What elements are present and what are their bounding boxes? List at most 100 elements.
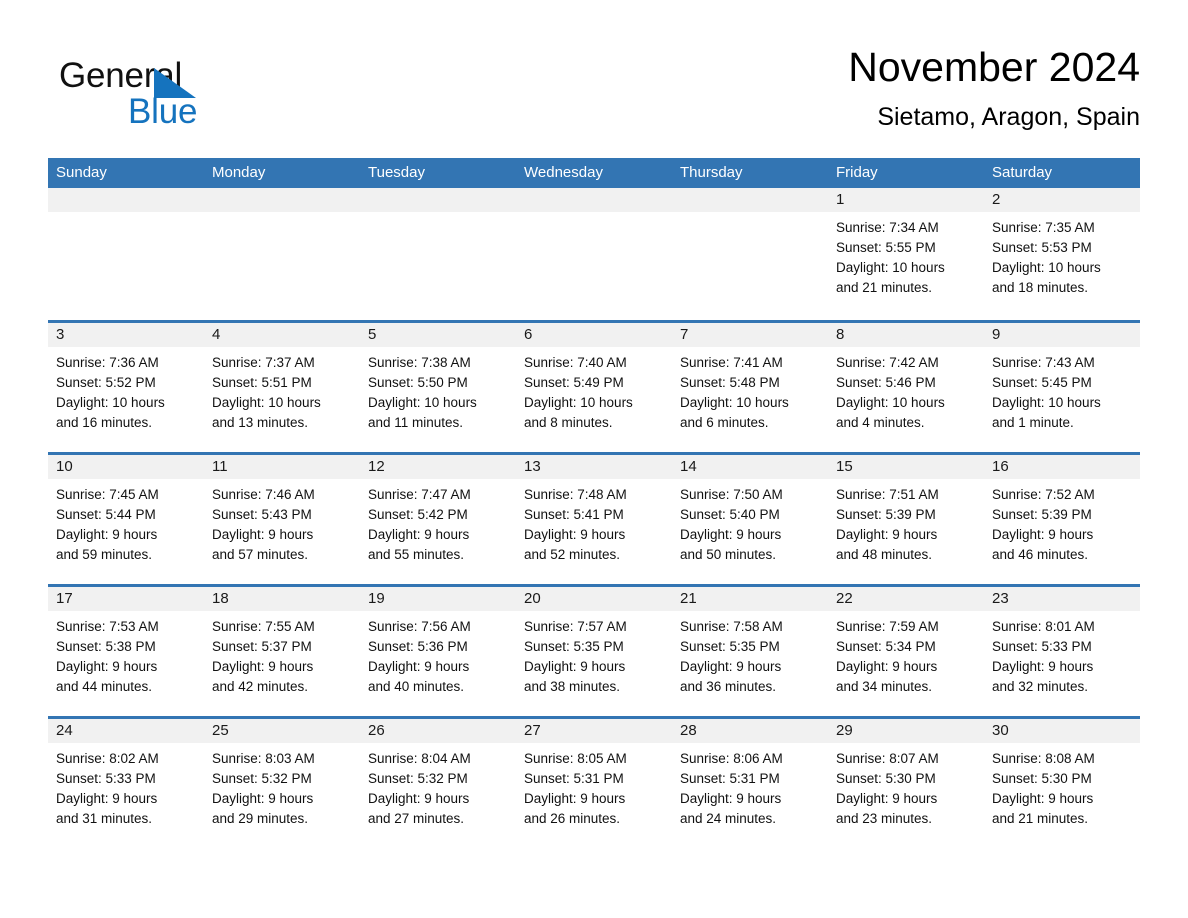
day-cell[interactable] [516,188,672,320]
day-cell[interactable]: 13 Sunrise: 7:48 AM Sunset: 5:41 PM Dayl… [516,455,672,584]
daylight-text-line1: Daylight: 9 hours [212,791,314,806]
sunset-text: Sunset: 5:34 PM [836,639,936,654]
day-number: 7 [680,326,689,343]
weekday-header-thursday: Thursday [680,164,743,181]
day-info: Sunrise: 8:04 AM Sunset: 5:32 PM Dayligh… [360,743,516,829]
daylight-text-line1: Daylight: 9 hours [524,659,626,674]
day-number: 25 [212,722,229,739]
day-info: Sunrise: 7:47 AM Sunset: 5:42 PM Dayligh… [360,479,516,565]
daylight-text-line1: Daylight: 9 hours [680,527,782,542]
day-number: 3 [56,326,65,343]
sunrise-text: Sunrise: 7:34 AM [836,220,939,235]
day-cell[interactable]: 15 Sunrise: 7:51 AM Sunset: 5:39 PM Dayl… [828,455,984,584]
day-cell[interactable]: 21 Sunrise: 7:58 AM Sunset: 5:35 PM Dayl… [672,587,828,716]
sunset-text: Sunset: 5:53 PM [992,240,1092,255]
day-info: Sunrise: 7:50 AM Sunset: 5:40 PM Dayligh… [672,479,828,565]
day-number-bar: 16 [984,455,1140,479]
day-number-bar: 1 [828,188,984,212]
day-cell[interactable]: 7 Sunrise: 7:41 AM Sunset: 5:48 PM Dayli… [672,323,828,452]
day-cell[interactable]: 8 Sunrise: 7:42 AM Sunset: 5:46 PM Dayli… [828,323,984,452]
day-cell[interactable] [48,188,204,320]
day-number-bar: 8 [828,323,984,347]
sunrise-text: Sunrise: 7:35 AM [992,220,1095,235]
location-subtitle: Sietamo, Aragon, Spain [877,103,1140,131]
day-info: Sunrise: 8:05 AM Sunset: 5:31 PM Dayligh… [516,743,672,829]
daylight-text-line2: and 23 minutes. [836,811,933,826]
day-cell[interactable]: 1 Sunrise: 7:34 AM Sunset: 5:55 PM Dayli… [828,188,984,320]
day-cell[interactable] [672,188,828,320]
sunrise-text: Sunrise: 7:36 AM [56,355,159,370]
daylight-text-line2: and 29 minutes. [212,811,309,826]
day-cell[interactable]: 25 Sunrise: 8:03 AM Sunset: 5:32 PM Dayl… [204,719,360,848]
day-cell[interactable]: 23 Sunrise: 8:01 AM Sunset: 5:33 PM Dayl… [984,587,1140,716]
sunrise-text: Sunrise: 8:06 AM [680,751,783,766]
daylight-text-line2: and 32 minutes. [992,679,1089,694]
daylight-text-line1: Daylight: 10 hours [212,395,321,410]
sunrise-text: Sunrise: 7:46 AM [212,487,315,502]
daylight-text-line2: and 18 minutes. [992,280,1089,295]
day-number-bar: 30 [984,719,1140,743]
day-cell[interactable]: 17 Sunrise: 7:53 AM Sunset: 5:38 PM Dayl… [48,587,204,716]
day-cell[interactable]: 16 Sunrise: 7:52 AM Sunset: 5:39 PM Dayl… [984,455,1140,584]
week-row: 3 Sunrise: 7:36 AM Sunset: 5:52 PM Dayli… [48,320,1140,452]
day-cell[interactable]: 10 Sunrise: 7:45 AM Sunset: 5:44 PM Dayl… [48,455,204,584]
daylight-text-line1: Daylight: 9 hours [212,659,314,674]
week-row: 17 Sunrise: 7:53 AM Sunset: 5:38 PM Dayl… [48,584,1140,716]
sunrise-text: Sunrise: 7:51 AM [836,487,939,502]
daylight-text-line1: Daylight: 9 hours [368,527,470,542]
day-cell[interactable]: 11 Sunrise: 7:46 AM Sunset: 5:43 PM Dayl… [204,455,360,584]
sunrise-text: Sunrise: 7:40 AM [524,355,627,370]
daylight-text-line1: Daylight: 10 hours [992,260,1101,275]
day-cell[interactable]: 18 Sunrise: 7:55 AM Sunset: 5:37 PM Dayl… [204,587,360,716]
day-number: 21 [680,590,697,607]
day-number-bar: 5 [360,323,516,347]
day-cell[interactable]: 22 Sunrise: 7:59 AM Sunset: 5:34 PM Dayl… [828,587,984,716]
sunset-text: Sunset: 5:31 PM [680,771,780,786]
day-cell[interactable]: 4 Sunrise: 7:37 AM Sunset: 5:51 PM Dayli… [204,323,360,452]
day-number: 26 [368,722,385,739]
daylight-text-line2: and 16 minutes. [56,415,153,430]
day-info: Sunrise: 7:37 AM Sunset: 5:51 PM Dayligh… [204,347,360,433]
day-number-bar: 9 [984,323,1140,347]
daylight-text-line1: Daylight: 9 hours [680,791,782,806]
sunset-text: Sunset: 5:36 PM [368,639,468,654]
sunset-text: Sunset: 5:33 PM [992,639,1092,654]
sunset-text: Sunset: 5:35 PM [680,639,780,654]
day-cell[interactable]: 20 Sunrise: 7:57 AM Sunset: 5:35 PM Dayl… [516,587,672,716]
daylight-text-line2: and 13 minutes. [212,415,309,430]
day-cell[interactable]: 24 Sunrise: 8:02 AM Sunset: 5:33 PM Dayl… [48,719,204,848]
daylight-text-line2: and 36 minutes. [680,679,777,694]
sunrise-text: Sunrise: 7:55 AM [212,619,315,634]
day-cell[interactable] [204,188,360,320]
day-cell[interactable]: 29 Sunrise: 8:07 AM Sunset: 5:30 PM Dayl… [828,719,984,848]
day-number: 11 [212,458,228,475]
day-cell[interactable]: 5 Sunrise: 7:38 AM Sunset: 5:50 PM Dayli… [360,323,516,452]
sunrise-text: Sunrise: 7:38 AM [368,355,471,370]
sunset-text: Sunset: 5:45 PM [992,375,1092,390]
day-cell[interactable]: 28 Sunrise: 8:06 AM Sunset: 5:31 PM Dayl… [672,719,828,848]
day-info: Sunrise: 7:41 AM Sunset: 5:48 PM Dayligh… [672,347,828,433]
sunset-text: Sunset: 5:48 PM [680,375,780,390]
day-cell[interactable]: 30 Sunrise: 8:08 AM Sunset: 5:30 PM Dayl… [984,719,1140,848]
calendar-grid: Sunday Monday Tuesday Wednesday Thursday… [48,158,1140,848]
day-cell[interactable]: 12 Sunrise: 7:47 AM Sunset: 5:42 PM Dayl… [360,455,516,584]
day-number-bar: 12 [360,455,516,479]
day-cell[interactable]: 6 Sunrise: 7:40 AM Sunset: 5:49 PM Dayli… [516,323,672,452]
sunset-text: Sunset: 5:35 PM [524,639,624,654]
day-cell[interactable]: 19 Sunrise: 7:56 AM Sunset: 5:36 PM Dayl… [360,587,516,716]
day-cell[interactable]: 2 Sunrise: 7:35 AM Sunset: 5:53 PM Dayli… [984,188,1140,320]
day-cell[interactable]: 26 Sunrise: 8:04 AM Sunset: 5:32 PM Dayl… [360,719,516,848]
day-number: 12 [368,458,385,475]
day-number: 13 [524,458,541,475]
daylight-text-line2: and 42 minutes. [212,679,309,694]
daylight-text-line2: and 59 minutes. [56,547,153,562]
general-blue-logo: General Blue [59,55,319,135]
day-cell[interactable]: 27 Sunrise: 8:05 AM Sunset: 5:31 PM Dayl… [516,719,672,848]
daylight-text-line2: and 24 minutes. [680,811,777,826]
day-cell[interactable]: 14 Sunrise: 7:50 AM Sunset: 5:40 PM Dayl… [672,455,828,584]
day-cell[interactable]: 3 Sunrise: 7:36 AM Sunset: 5:52 PM Dayli… [48,323,204,452]
day-info: Sunrise: 7:38 AM Sunset: 5:50 PM Dayligh… [360,347,516,433]
sunset-text: Sunset: 5:40 PM [680,507,780,522]
day-cell[interactable] [360,188,516,320]
day-cell[interactable]: 9 Sunrise: 7:43 AM Sunset: 5:45 PM Dayli… [984,323,1140,452]
